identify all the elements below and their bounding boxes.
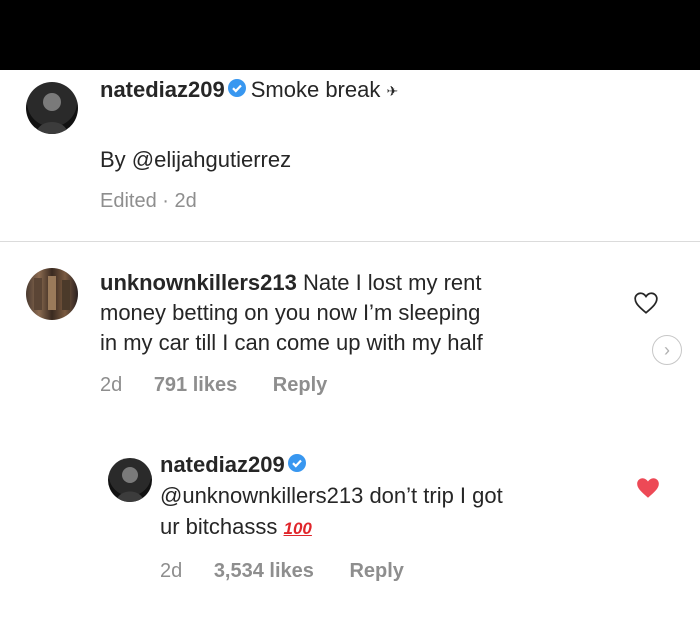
commenter-username[interactable]: unknownkillers213: [100, 270, 297, 295]
caption-text: Smoke break: [250, 77, 381, 102]
comment-time: 2d: [100, 374, 123, 396]
reply-line-1: natediaz209: [160, 452, 311, 479]
reply-author-avatar[interactable]: [108, 458, 152, 502]
comment-line-2: money betting on you now I’m sleeping: [100, 300, 481, 325]
airplane-icon: ✈: [386, 82, 399, 99]
reply-time: 2d: [160, 560, 183, 582]
comment-likes[interactable]: 791 likes: [154, 374, 237, 396]
chevron-right-icon[interactable]: ›: [652, 335, 682, 365]
comment-reply-button[interactable]: Reply: [273, 374, 327, 396]
reply-reply-button[interactable]: Reply: [349, 560, 403, 582]
comment-text-1: Nate I lost my rent: [302, 270, 482, 295]
verified-badge-icon: [287, 453, 307, 479]
reply-line-2: ur bitchasss 100: [160, 514, 312, 540]
commenter-avatar[interactable]: [26, 268, 78, 320]
reply-text-1: @unknownkillers213 don’t trip I got: [160, 483, 503, 508]
hundred-points-icon: 100: [283, 519, 312, 538]
reply-author-username[interactable]: natediaz209: [160, 452, 285, 477]
heart-outline-icon[interactable]: [633, 291, 659, 320]
divider: [0, 241, 700, 242]
comment-meta: 2d 791 likes Reply: [100, 374, 327, 397]
post-edited: Edited · 2d: [100, 190, 197, 212]
post-author-avatar[interactable]: [26, 82, 78, 134]
post-credit: By @elijahgutierrez: [100, 147, 292, 172]
verified-badge-icon: [227, 78, 247, 104]
post-author-username[interactable]: natediaz209: [100, 77, 225, 102]
comment-line-3: in my car till I can come up with my hal…: [100, 330, 483, 355]
post-caption: natediaz209 Smoke break ✈: [100, 77, 398, 104]
reply-meta: 2d 3,534 likes Reply: [160, 560, 404, 583]
top-bar: [0, 0, 700, 70]
comment-line-1: unknownkillers213 Nate I lost my rent: [100, 270, 482, 296]
reply-text-2: ur bitchasss: [160, 514, 278, 539]
reply-likes[interactable]: 3,534 likes: [214, 560, 314, 582]
heart-filled-icon[interactable]: [635, 476, 661, 505]
